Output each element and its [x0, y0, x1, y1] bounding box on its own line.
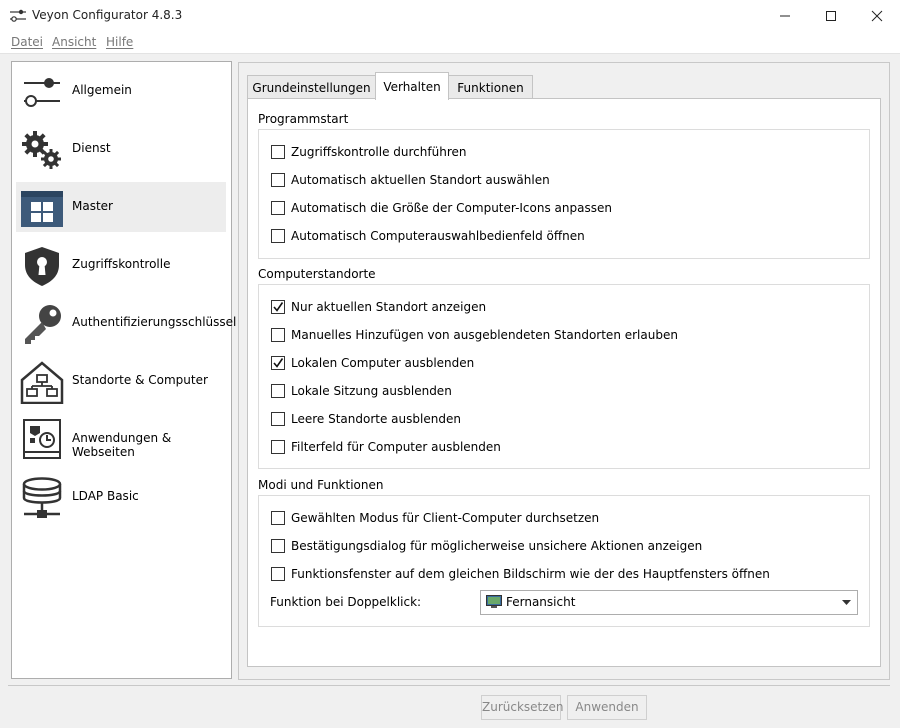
- checkbox-label: Automatisch Computerauswahlbedienfeld öf…: [291, 229, 585, 243]
- sidebar-item-master[interactable]: Master: [16, 182, 226, 232]
- checkbox-auto-icon-size[interactable]: Automatisch die Größe der Computer-Icons…: [271, 200, 612, 216]
- checkbox-manual-hidden-locations[interactable]: Manuelles Hinzufügen von ausgeblendeten …: [271, 327, 678, 343]
- tab-funktionen[interactable]: Funktionen: [448, 75, 533, 100]
- checkbox-auto-standort[interactable]: Automatisch aktuellen Standort auswählen: [271, 172, 550, 188]
- checkbox-label: Zugriffskontrolle durchführen: [291, 145, 467, 159]
- sidebar-item-label: Zugriffskontrolle: [72, 257, 171, 271]
- apply-button[interactable]: Anwenden: [567, 695, 647, 720]
- sidebar-item-label: Anwendungen & Webseiten: [72, 431, 172, 459]
- checkbox-label: Leere Standorte ausblenden: [291, 412, 461, 426]
- checkbox-enforce-mode[interactable]: Gewählten Modus für Client-Computer durc…: [271, 510, 599, 526]
- minimize-button[interactable]: [762, 0, 808, 31]
- sidebar-item-label: Standorte & Computer: [72, 373, 208, 387]
- maximize-icon: [826, 10, 836, 21]
- checkbox-same-screen[interactable]: Funktionsfenster auf dem gleichen Bildsc…: [271, 566, 770, 582]
- checkbox-box[interactable]: [271, 412, 285, 426]
- window-title: Veyon Configurator 4.8.3: [32, 8, 183, 22]
- title-bar: Veyon Configurator 4.8.3: [0, 0, 900, 31]
- sidebar-item-authentifizierungsschluessel[interactable]: Authentifizierungsschlüssel: [16, 298, 236, 348]
- checkbox-zugriffskontrolle[interactable]: Zugriffskontrolle durchführen: [271, 144, 466, 160]
- sidebar-item-anwendungen[interactable]: Anwendungen & Webseiten: [16, 414, 226, 464]
- monitor-icon: [486, 595, 502, 608]
- checkmark-icon: [273, 358, 284, 368]
- reset-button[interactable]: Zurücksetzen: [481, 695, 564, 720]
- sidebar-item-label: Dienst: [72, 141, 111, 155]
- doubleclick-label: Funktion bei Doppelklick:: [270, 595, 422, 609]
- checkmark-icon: [273, 302, 284, 312]
- checkbox-box[interactable]: [271, 300, 285, 314]
- database-network-icon: [22, 477, 62, 518]
- master-grid-icon: [21, 191, 63, 227]
- checkbox-hide-local-computer[interactable]: Lokalen Computer ausblenden: [271, 355, 474, 371]
- group-title-computerstandorte: Computerstandorte: [258, 267, 376, 281]
- sidebar-item-zugriffskontrolle[interactable]: Zugriffskontrolle: [16, 240, 226, 290]
- checkbox-label: Lokalen Computer ausblenden: [291, 356, 475, 370]
- group-title-modi: Modi und Funktionen: [258, 478, 384, 492]
- sidebar-item-label: Authentifizierungsschlüssel: [72, 315, 237, 329]
- sliders-icon: [24, 78, 60, 107]
- maximize-button[interactable]: [808, 0, 854, 31]
- house-network-icon: [20, 361, 64, 404]
- checkbox-hide-empty-locations[interactable]: Leere Standorte ausblenden: [271, 411, 461, 427]
- tab-grundeinstellungen[interactable]: Grundeinstellungen: [247, 75, 376, 100]
- gears-icon: [22, 131, 61, 169]
- checkbox-box[interactable]: [271, 201, 285, 215]
- checkbox-box[interactable]: [271, 356, 285, 370]
- minimize-icon: [780, 15, 790, 16]
- sidebar-item-standorte[interactable]: Standorte & Computer: [16, 356, 226, 406]
- checkbox-box[interactable]: [271, 440, 285, 454]
- checkbox-label: Manuelles Hinzufügen von ausgeblendeten …: [291, 328, 678, 342]
- checkbox-box[interactable]: [271, 567, 285, 581]
- checkbox-label: Lokale Sitzung ausblenden: [291, 384, 452, 398]
- close-button[interactable]: [854, 0, 900, 31]
- checkbox-label: Automatisch die Größe der Computer-Icons…: [291, 201, 612, 215]
- checkbox-box[interactable]: [271, 145, 285, 159]
- chevron-down-icon: [842, 600, 851, 605]
- checkbox-box[interactable]: [271, 328, 285, 342]
- select-value: Fernansicht: [506, 595, 576, 609]
- checkbox-hide-local-session[interactable]: Lokale Sitzung ausblenden: [271, 383, 452, 399]
- app-icon: [10, 9, 26, 22]
- sidebar: Allgemein Dienst Master Zugriffskontroll…: [11, 61, 236, 679]
- sidebar-item-label: Allgemein: [72, 83, 132, 97]
- sidebar-item-ldap-basic[interactable]: LDAP Basic: [16, 472, 226, 522]
- checkbox-label: Filterfeld für Computer ausblenden: [291, 440, 501, 454]
- checkbox-box[interactable]: [271, 539, 285, 553]
- menu-bar: Datei Ansicht Hilfe: [0, 31, 900, 54]
- sidebar-item-dienst[interactable]: Dienst: [16, 124, 226, 174]
- checkbox-box[interactable]: [271, 173, 285, 187]
- checkbox-hide-filter-field[interactable]: Filterfeld für Computer ausblenden: [271, 439, 501, 455]
- checkbox-box[interactable]: [271, 384, 285, 398]
- checkbox-box[interactable]: [271, 511, 285, 525]
- checkbox-auto-select-panel[interactable]: Automatisch Computerauswahlbedienfeld öf…: [271, 228, 585, 244]
- tab-verhalten[interactable]: Verhalten: [375, 72, 449, 100]
- checkbox-only-current-location[interactable]: Nur aktuellen Standort anzeigen: [271, 299, 486, 315]
- checkbox-label: Automatisch aktuellen Standort auswählen: [291, 173, 550, 187]
- close-icon: [871, 10, 883, 21]
- sidebar-item-allgemein[interactable]: Allgemein: [16, 66, 226, 116]
- sidebar-item-label: Master: [72, 199, 113, 213]
- menu-datei[interactable]: Datei: [11, 35, 43, 49]
- checkbox-label: Bestätigungsdialog für möglicherweise un…: [291, 539, 703, 553]
- bottom-separator: [8, 685, 890, 686]
- checkbox-confirm-unsafe[interactable]: Bestätigungsdialog für möglicherweise un…: [271, 538, 702, 554]
- shield-keyhole-icon: [25, 247, 59, 286]
- checkbox-label: Gewählten Modus für Client-Computer durc…: [291, 511, 600, 525]
- checkbox-box[interactable]: [271, 229, 285, 243]
- app-clock-icon: [23, 419, 61, 459]
- menu-ansicht[interactable]: Ansicht: [52, 35, 96, 49]
- key-icon: [25, 305, 61, 344]
- doubleclick-function-select[interactable]: Fernansicht: [480, 590, 858, 615]
- group-title-programmstart: Programmstart: [258, 112, 349, 126]
- checkbox-label: Funktionsfenster auf dem gleichen Bildsc…: [291, 567, 770, 581]
- sidebar-item-label: LDAP Basic: [72, 489, 139, 503]
- checkbox-label: Nur aktuellen Standort anzeigen: [291, 300, 487, 314]
- menu-hilfe[interactable]: Hilfe: [106, 35, 133, 49]
